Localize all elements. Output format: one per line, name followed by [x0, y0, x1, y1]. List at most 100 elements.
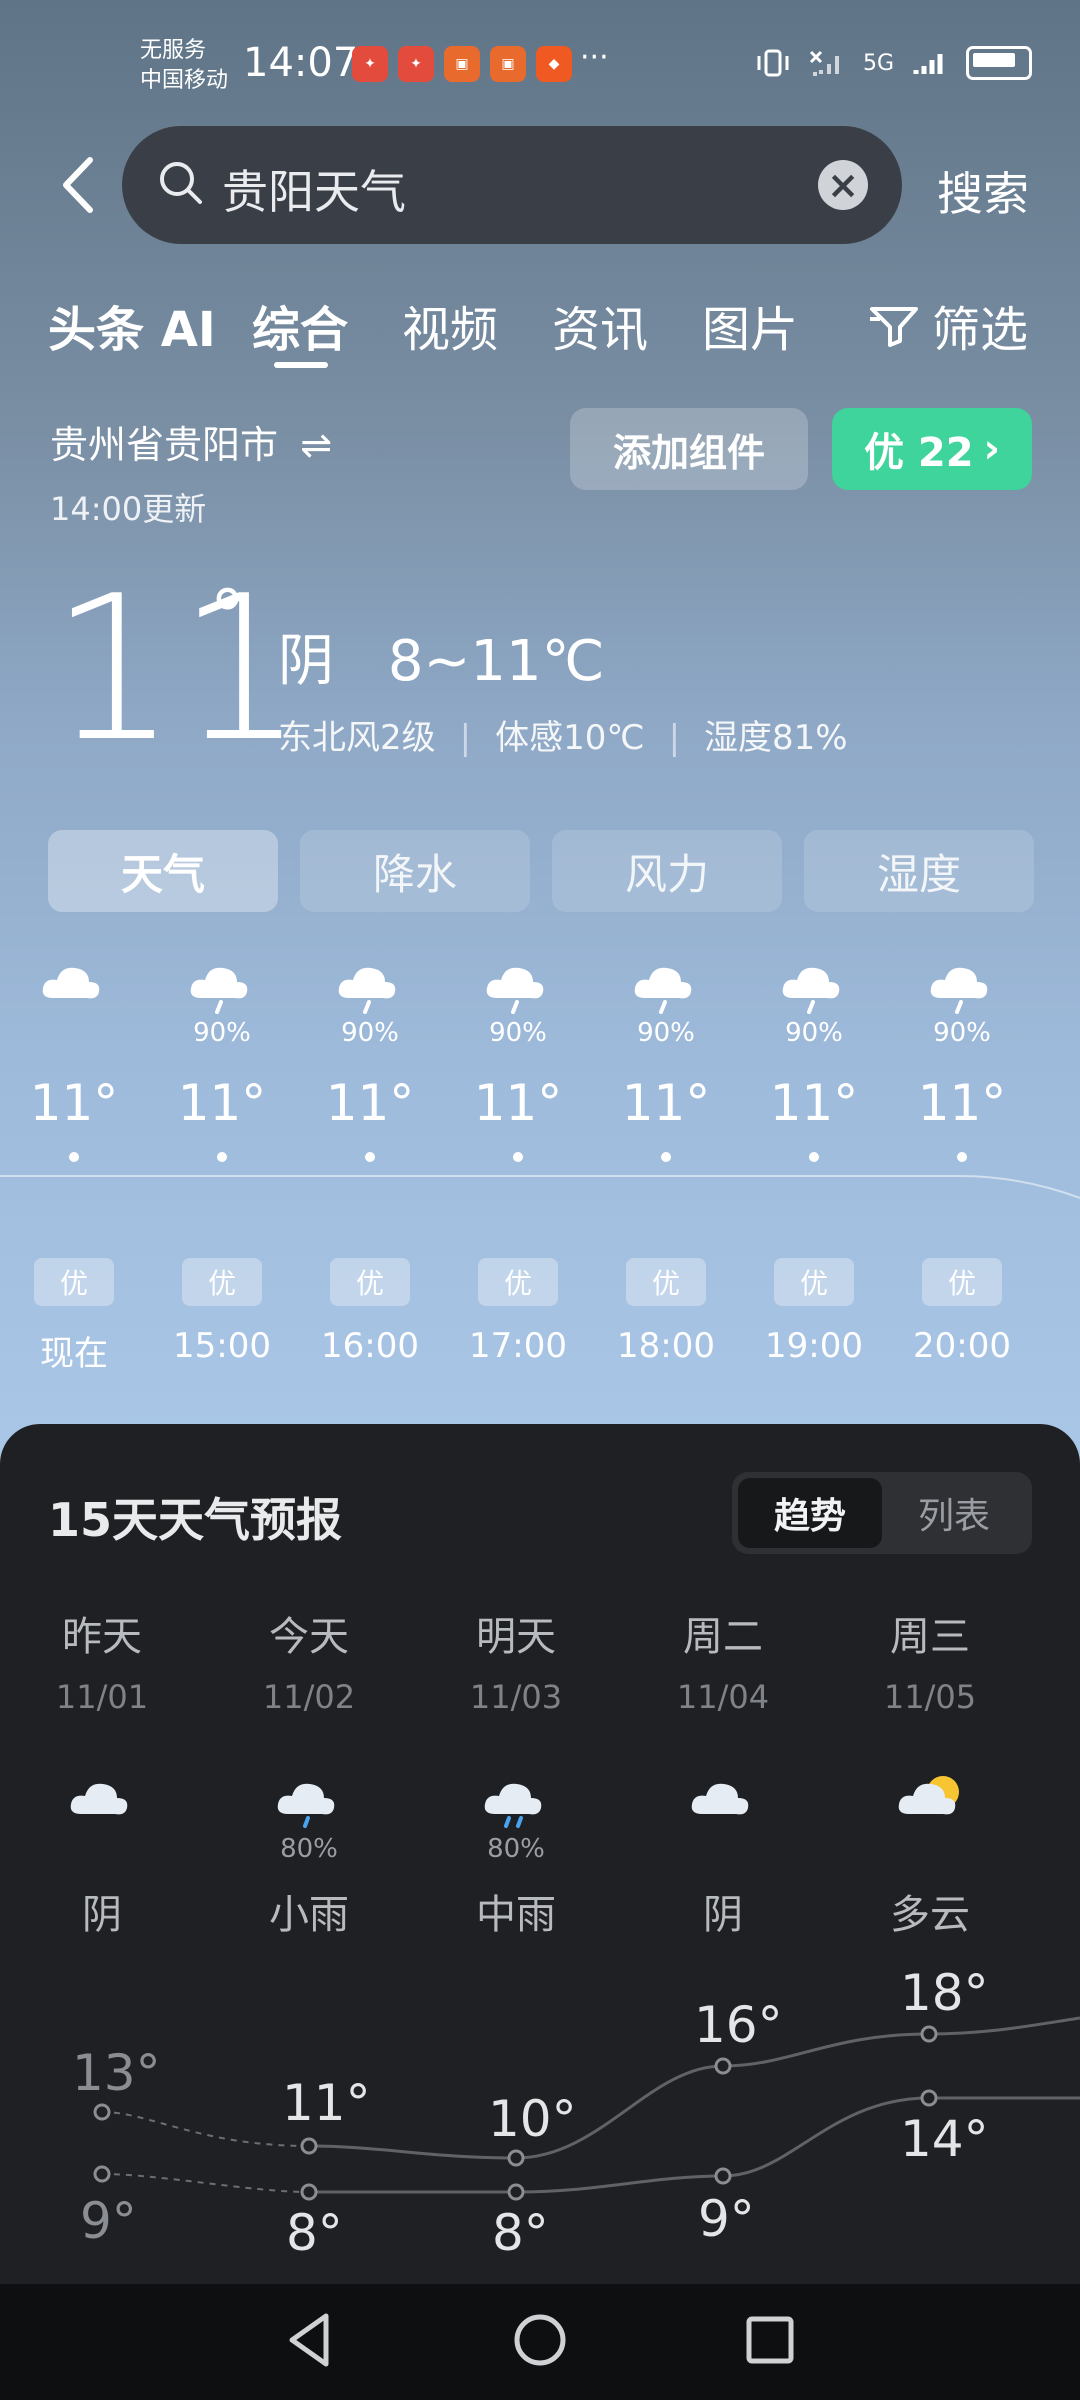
low-temp-label: 9° — [698, 2190, 755, 2248]
update-time: 14:00更新 — [50, 490, 207, 528]
hourly-temp: 11° — [473, 1074, 563, 1132]
hourly-temp-dot — [365, 1152, 375, 1162]
filter-button[interactable]: 筛选 — [868, 290, 1028, 360]
current-condition-line: 阴 8~11℃ — [278, 616, 605, 697]
day-label: 周三 — [890, 1614, 970, 1660]
nav-back-icon[interactable] — [282, 2310, 338, 2370]
daily-precip-prob: 80% — [280, 1834, 338, 1864]
high-temp-label: 13° — [72, 2044, 161, 2102]
metric-tab-wind[interactable]: 风力 — [552, 830, 782, 912]
hourly-item[interactable]: 90% 11° 优 20:00 — [888, 950, 1036, 1366]
location-name: 贵州省贵阳市 — [50, 423, 279, 467]
tab-news[interactable]: 资讯 — [552, 290, 648, 360]
hourly-precip-prob: 90% — [637, 1018, 695, 1048]
hourly-item[interactable]: 90% 11° 优 19:00 — [740, 950, 888, 1366]
daily-precip-prob: 80% — [487, 1834, 545, 1864]
high-point — [507, 2149, 525, 2167]
tab-all[interactable]: 综合 — [252, 290, 348, 360]
rain-icon — [740, 950, 888, 1014]
high-point — [920, 2025, 938, 2043]
day-label: 昨天 — [62, 1614, 142, 1660]
hourly-time: 18:00 — [617, 1326, 715, 1366]
hourly-item[interactable]: 90% 11° 优 16:00 — [296, 950, 444, 1366]
hourly-air-quality: 优 — [34, 1258, 114, 1306]
carrier-info: 无服务 中国移动 — [140, 36, 228, 96]
hourly-temp-dot — [69, 1152, 79, 1162]
hourly-item[interactable]: 90% 11° 优 15:00 — [148, 950, 296, 1366]
hourly-item[interactable]: 90% 11° 优 18:00 — [592, 950, 740, 1366]
high-point — [93, 2103, 111, 2121]
hourly-air-quality: 优 — [922, 1258, 1002, 1306]
toggle-list[interactable]: 列表 — [882, 1478, 1026, 1548]
location-selector[interactable]: 贵州省贵阳市 ⇌ — [50, 414, 332, 469]
hourly-precip-prob: 90% — [193, 1018, 251, 1048]
swap-location-icon: ⇌ — [300, 423, 332, 467]
aqi-badge-button[interactable]: 优 22 › — [832, 408, 1032, 490]
active-tab-indicator — [274, 362, 328, 368]
nav-recents-icon[interactable] — [744, 2314, 796, 2366]
filter-label: 筛选 — [932, 302, 1029, 358]
clear-icon[interactable]: × — [818, 160, 868, 210]
daily-forecast-item[interactable]: 周二 11/04 阴 — [623, 1604, 823, 1940]
rain-icon — [148, 950, 296, 1014]
hourly-temp: 11° — [769, 1074, 859, 1132]
hourly-temp-dot — [661, 1152, 671, 1162]
day-label: 明天 — [476, 1614, 556, 1660]
feels-like: 体感10℃ — [495, 718, 645, 758]
metric-tab-weather[interactable]: 天气 — [48, 830, 278, 912]
status-right: 5G — [755, 46, 1032, 80]
partly-cloudy-icon — [830, 1744, 1030, 1830]
metric-tab-precipitation[interactable]: 降水 — [300, 830, 530, 912]
filter-icon — [870, 307, 918, 347]
rain-icon — [296, 950, 444, 1014]
low-point — [507, 2183, 525, 2201]
status-time: 14:07 — [243, 40, 359, 86]
add-widget-button[interactable]: 添加组件 — [570, 408, 808, 490]
tab-images[interactable]: 图片 — [702, 290, 798, 360]
current-details: 东北风2级 | 体感10℃ | 湿度81% — [278, 718, 848, 758]
search-query[interactable]: 贵阳天气 — [222, 156, 406, 222]
tab-video[interactable]: 视频 — [402, 290, 498, 360]
nav-home-icon[interactable] — [512, 2312, 568, 2368]
hourly-temp-dot — [513, 1152, 523, 1162]
low-point — [920, 2089, 938, 2107]
metric-tab-humidity[interactable]: 湿度 — [804, 830, 1034, 912]
hourly-air-quality: 优 — [774, 1258, 854, 1306]
low-temp-label: 8° — [286, 2204, 343, 2262]
daily-precip-prob — [623, 1834, 823, 1866]
hourly-temp: 11° — [917, 1074, 1007, 1132]
hourly-temp: 11° — [621, 1074, 711, 1132]
date-label: 11/03 — [469, 1678, 563, 1716]
hourly-precip-prob — [0, 1018, 148, 1048]
shop-app-icon: ▣ — [444, 46, 480, 82]
hourly-item[interactable]: 90% 11° 优 17:00 — [444, 950, 592, 1366]
notification-icons: ✦ ✦ ▣ ▣ ◆ — [352, 46, 572, 82]
current-temperature: 11 — [50, 553, 305, 786]
hourly-air-quality: 优 — [478, 1258, 558, 1306]
hourly-time: 17:00 — [469, 1326, 567, 1366]
hourly-time: 15:00 — [173, 1326, 271, 1366]
hourly-precip-prob: 90% — [933, 1018, 991, 1048]
hourly-time: 现在 — [40, 1334, 108, 1374]
current-condition: 阴 — [278, 629, 334, 694]
daily-forecast-item[interactable]: 今天 11/02 80% 小雨 — [209, 1604, 409, 1940]
hourly-item[interactable]: 11° 优现在 — [0, 950, 148, 1375]
low-point — [93, 2165, 111, 2183]
day-label: 周二 — [683, 1614, 763, 1660]
hourly-time: 16:00 — [321, 1326, 419, 1366]
daily-forecast-item[interactable]: 昨天 11/01 阴 — [2, 1604, 202, 1940]
huawei-app-icon: ✦ — [398, 46, 434, 82]
back-icon[interactable] — [52, 150, 112, 220]
search-button[interactable]: 搜索 — [937, 158, 1029, 224]
wind: 东北风2级 — [278, 718, 436, 758]
daily-forecast-item[interactable]: 周三 11/05 多云 — [830, 1604, 1030, 1940]
low-point — [300, 2183, 318, 2201]
hourly-air-quality: 优 — [330, 1258, 410, 1306]
toggle-trend[interactable]: 趋势 — [738, 1478, 882, 1548]
daily-precip-prob — [2, 1834, 202, 1866]
tab-ai[interactable]: 头条 AI — [48, 290, 216, 360]
cloud-icon — [0, 950, 148, 1014]
shop-app-icon: ▣ — [490, 46, 526, 82]
daily-forecast-item[interactable]: 明天 11/03 80% 中雨 — [416, 1604, 616, 1940]
high-temp-label: 16° — [694, 1996, 783, 2054]
